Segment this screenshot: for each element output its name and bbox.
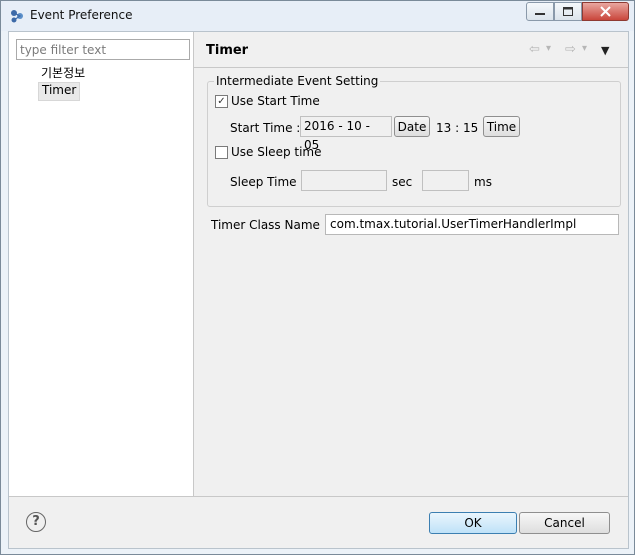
forward-arrow-icon[interactable]: ⇨ <box>565 42 576 57</box>
sleep-time-label: Sleep Time : <box>230 175 305 189</box>
minimize-button[interactable] <box>526 2 554 21</box>
window-title: Event Preference <box>30 8 133 22</box>
title-bar: Event Preference <box>1 1 634 31</box>
close-button[interactable] <box>582 2 629 21</box>
seconds-unit-label: sec <box>392 175 413 189</box>
milliseconds-unit-label: ms <box>474 175 492 189</box>
use-start-time-checkbox[interactable]: ✓ <box>215 95 228 108</box>
help-icon[interactable]: ? <box>26 512 46 532</box>
group-legend: Intermediate Event Setting <box>214 74 381 88</box>
timer-class-name-label: Timer Class Name : <box>211 218 328 232</box>
back-history-dropdown-icon[interactable]: ▾ <box>546 43 551 54</box>
back-arrow-icon[interactable]: ⇦ <box>529 42 540 57</box>
timer-page: Timer ⇦ ▾ ⇨ ▾ ▼ Intermediate Event Setti… <box>194 32 628 496</box>
dialog-content: 기본정보 Timer Timer ⇦ ▾ ⇨ ▾ ▼ Intermediate … <box>8 31 629 549</box>
dialog-window: Event Preference 기본정보 Timer Timer ⇦ ▾ ⇨ … <box>0 0 635 555</box>
close-icon <box>600 6 611 17</box>
footer-separator <box>9 496 628 497</box>
use-sleep-time-label: Use Sleep time <box>231 145 322 159</box>
maximize-icon <box>563 7 573 16</box>
minimize-icon <box>535 13 545 15</box>
use-sleep-time-checkbox[interactable] <box>215 146 228 159</box>
date-button[interactable]: Date <box>394 116 430 137</box>
sleep-seconds-field[interactable] <box>301 170 387 191</box>
ok-button[interactable]: OK <box>429 512 517 534</box>
timer-class-name-input[interactable]: com.tmax.tutorial.UserTimerHandlerImpl <box>325 214 619 235</box>
start-date-field: 2016 - 10 - 05 <box>300 116 392 152</box>
preference-tree-pane: 기본정보 Timer <box>9 32 194 496</box>
start-time-value: 13 : 15 <box>436 121 479 135</box>
header-separator <box>194 67 628 68</box>
start-time-label: Start Time : <box>230 121 301 135</box>
use-start-time-label: Use Start Time <box>231 94 320 108</box>
tree-item-timer[interactable]: Timer <box>38 82 81 101</box>
filter-input[interactable] <box>16 39 190 60</box>
time-button[interactable]: Time <box>483 116 520 137</box>
eclipse-app-icon <box>11 10 23 23</box>
forward-history-dropdown-icon[interactable]: ▾ <box>582 43 587 54</box>
page-title: Timer <box>206 43 249 58</box>
tree-item-basic-info[interactable]: 기본정보 <box>38 65 88 82</box>
cancel-button[interactable]: Cancel <box>519 512 610 534</box>
maximize-button[interactable] <box>554 2 582 21</box>
sleep-milliseconds-field[interactable] <box>422 170 469 191</box>
view-menu-icon[interactable]: ▼ <box>601 44 609 57</box>
